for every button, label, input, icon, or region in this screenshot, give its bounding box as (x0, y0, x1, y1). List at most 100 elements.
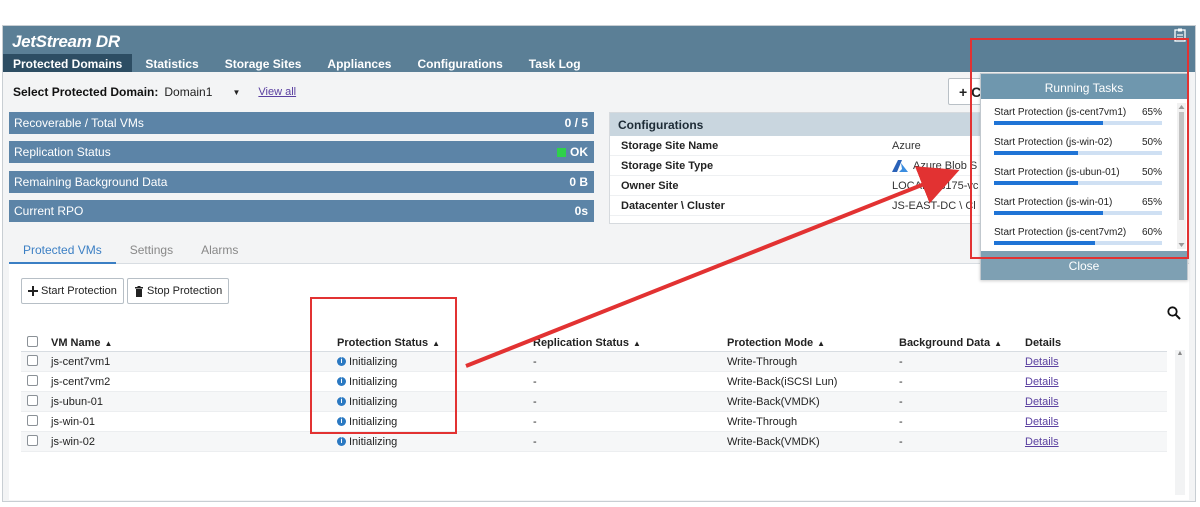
nav-configurations[interactable]: Configurations (404, 54, 515, 72)
stop-protection-label: Stop Protection (147, 285, 223, 297)
config-key: Owner Site (621, 179, 679, 192)
replication-status-cell: - (533, 375, 537, 388)
row-select-cell (21, 354, 51, 369)
azure-icon (892, 159, 908, 172)
sort-up-icon: ▲ (994, 338, 1002, 348)
background-data-cell: - (899, 395, 903, 408)
row-select-cell (21, 394, 51, 409)
row-checkbox[interactable] (27, 434, 38, 446)
background-data-cell: - (899, 415, 903, 428)
col-vm-name[interactable]: VM Name ▲ (51, 337, 337, 349)
col-background-data[interactable]: Background Data ▲ (899, 337, 1025, 349)
domain-select-value: Domain1 (164, 85, 213, 99)
start-protection-button[interactable]: Start Protection (21, 278, 124, 304)
brand-logo: JetStream DR (12, 32, 120, 51)
stop-protection-button[interactable]: Stop Protection (127, 278, 230, 304)
protection-mode-cell: Write-Back(VMDK) (727, 395, 820, 408)
caret-down-icon: ▼ (232, 87, 241, 97)
details-link[interactable]: Details (1025, 416, 1059, 428)
row-select-cell (21, 434, 51, 449)
status-ok-icon (557, 147, 566, 157)
nav-statistics[interactable]: Statistics (132, 54, 211, 72)
col-details: Details (1025, 336, 1062, 349)
trash-icon (134, 285, 144, 297)
table-header: VM Name ▲ Protection Status ▲ Replication … (21, 334, 1167, 352)
col-label: Background Data (899, 336, 991, 349)
config-value: Azure Blob S (913, 159, 978, 172)
table-scrollbar[interactable] (1175, 350, 1185, 495)
details-cell: Details (1025, 436, 1165, 448)
select-all-checkbox[interactable] (27, 335, 38, 347)
vm-name-cell: js-cent7vm1 (51, 355, 111, 368)
config-row: Storage Site Name Azure (610, 136, 1008, 156)
row-select-cell (21, 414, 51, 429)
protection-mode-cell: Write-Through (727, 355, 798, 368)
tab-settings[interactable]: Settings (116, 236, 187, 264)
start-protection-label: Start Protection (41, 285, 117, 297)
search-icon[interactable] (1167, 306, 1181, 320)
background-data-cell: - (899, 355, 903, 368)
metric-label: Current RPO (14, 204, 84, 218)
details-cell: Details (1025, 416, 1165, 428)
config-key: Storage Site Name (621, 139, 719, 152)
nav-appliances[interactable]: Appliances (314, 54, 404, 72)
details-cell: Details (1025, 356, 1165, 368)
details-cell: Details (1025, 396, 1165, 408)
metric-replication-status: Replication Status OK (9, 141, 594, 163)
metric-label: Recoverable / Total VMs (14, 116, 144, 130)
table-row[interactable]: js-cent7vm1 i Initializing - Write-Through - D… (21, 352, 1167, 372)
tab-alarms[interactable]: Alarms (187, 236, 252, 264)
protection-mode-cell: Write-Back(VMDK) (727, 435, 820, 448)
replication-status-cell: - (533, 415, 537, 428)
metric-remaining-background-data: Remaining Background Data 0 B (9, 171, 594, 193)
vm-name-cell: js-win-02 (51, 435, 96, 448)
vm-table: VM Name ▲ Protection Status ▲ Replication … (21, 334, 1167, 452)
config-key: Storage Site Type (621, 159, 714, 172)
scroll-up-icon[interactable]: ▲ (1175, 350, 1185, 360)
domain-selector-row: Select Protected Domain: Domain1 ▼ View … (13, 82, 296, 102)
col-replication-status[interactable]: Replication Status ▲ (533, 337, 727, 349)
replication-status-cell: - (533, 435, 537, 448)
metric-current-rpo: Current RPO 0s (9, 200, 594, 222)
row-checkbox[interactable] (27, 374, 38, 386)
metric-label: Replication Status (14, 145, 111, 159)
config-value: LOCAL ( is175-vc (892, 179, 979, 192)
config-row: Storage Site Type Azure Blob S (610, 156, 1008, 176)
plus-icon (28, 286, 38, 296)
protection-status-text: Initializing (349, 435, 398, 448)
row-checkbox[interactable] (27, 394, 38, 406)
details-link[interactable]: Details (1025, 356, 1059, 368)
nav-task-log[interactable]: Task Log (516, 54, 594, 72)
protection-mode-cell: Write-Through (727, 415, 798, 428)
details-link[interactable]: Details (1025, 376, 1059, 388)
tab-protected-vms[interactable]: Protected VMs (9, 236, 116, 264)
table-row[interactable]: js-cent7vm2 i Initializing - Write-Back(iSCS… (21, 372, 1167, 392)
sort-up-icon: ▲ (632, 338, 641, 348)
details-link[interactable]: Details (1025, 396, 1059, 408)
protected-vms-panel: Start Protection Stop Protection VM Name… (9, 264, 1189, 500)
row-checkbox[interactable] (27, 414, 38, 426)
view-all-link[interactable]: View all (258, 86, 296, 98)
replication-status-cell: - (533, 355, 537, 368)
metric-value: 0s (574, 204, 588, 218)
domain-select-label: Select Protected Domain: (13, 85, 159, 99)
row-select-cell (21, 374, 51, 389)
table-row[interactable]: js-win-01 i Initializing - Write-Through - Det… (21, 412, 1167, 432)
row-checkbox[interactable] (27, 354, 38, 366)
vm-name-cell: js-ubun-01 (51, 395, 103, 408)
nav-storage-sites[interactable]: Storage Sites (212, 54, 315, 72)
config-row: Owner Site LOCAL ( is175-vc (610, 176, 1008, 196)
protection-mode-cell: Write-Back(iSCSI Lun) (727, 375, 838, 388)
table-row[interactable]: js-ubun-01 i Initializing - Write-Back(VMDK)… (21, 392, 1167, 412)
background-data-cell: - (899, 375, 903, 388)
protection-status-cell: i Initializing (337, 436, 533, 448)
col-protection-mode[interactable]: Protection Mode ▲ (727, 337, 899, 349)
main-nav: Protected Domains Statistics Storage Sit… (3, 54, 594, 72)
domain-select[interactable]: Domain1 ▼ (164, 83, 244, 101)
details-link[interactable]: Details (1025, 436, 1059, 448)
table-row[interactable]: js-win-02 i Initializing - Write-Back(VMDK) -… (21, 432, 1167, 452)
metric-label: Remaining Background Data (14, 175, 168, 189)
nav-protected-domains[interactable]: Protected Domains (3, 54, 133, 72)
col-label: Replication Status (533, 336, 629, 349)
annotation-box-protection-status (310, 297, 457, 434)
